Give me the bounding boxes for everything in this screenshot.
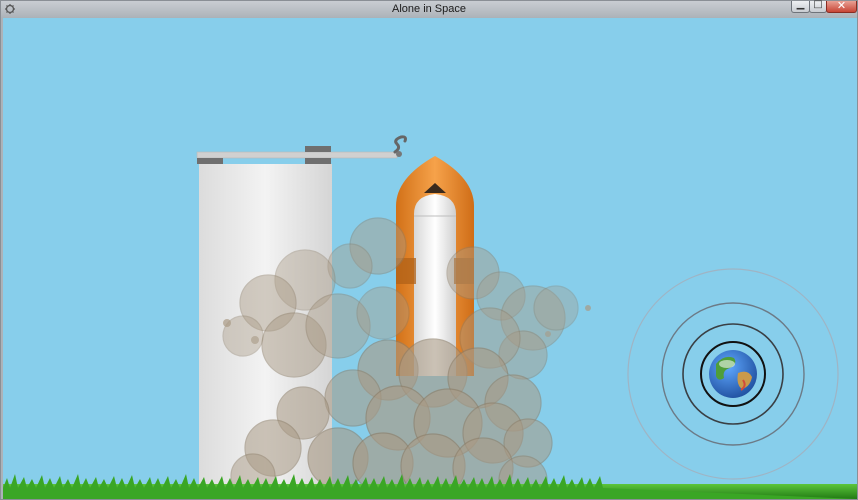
game-window: Alone in Space ▁ □ ✕	[0, 0, 858, 500]
window-title: Alone in Space	[392, 3, 466, 15]
close-icon: ✕	[836, 0, 847, 12]
minimize-button[interactable]: ▁	[791, 0, 810, 13]
title-bar[interactable]: Alone in Space ▁ □ ✕	[1, 0, 857, 17]
close-button[interactable]: ✕	[826, 0, 857, 13]
earth-icon	[709, 350, 757, 398]
game-scene[interactable]	[3, 18, 857, 499]
maximize-icon: □	[813, 0, 823, 10]
minimize-icon: ▁	[796, 0, 805, 10]
maximize-button[interactable]: □	[809, 0, 827, 13]
